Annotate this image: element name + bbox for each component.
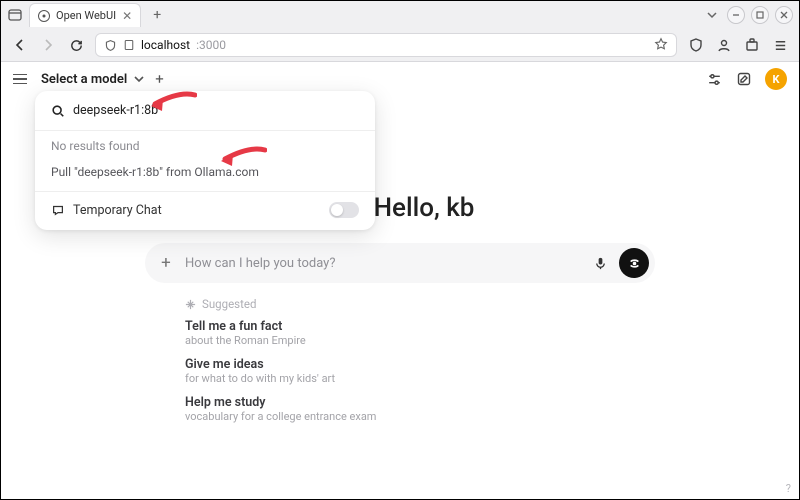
- account-icon[interactable]: [715, 36, 733, 54]
- reload-button[interactable]: [67, 36, 85, 54]
- shield-icon: [104, 39, 117, 52]
- model-selector-label: Select a model: [41, 72, 127, 87]
- suggested-header-label: Suggested: [202, 297, 256, 311]
- suggested-title: Help me study: [185, 395, 655, 410]
- divider: [35, 130, 375, 131]
- chat-input-box: +: [145, 243, 655, 283]
- help-hint-icon[interactable]: ?: [786, 482, 791, 495]
- edit-icon[interactable]: [735, 70, 753, 88]
- mic-button[interactable]: [589, 252, 611, 274]
- app-menu-icon[interactable]: [771, 36, 789, 54]
- tab-strip: Open WebUI ✕ +: [1, 1, 799, 29]
- window-maximize-button[interactable]: [751, 6, 769, 24]
- new-tab-button[interactable]: +: [147, 5, 167, 25]
- suggested-title: Tell me a fun fact: [185, 319, 655, 334]
- sidebar-toggle-icon[interactable]: [7, 7, 23, 23]
- tab-close-icon[interactable]: ✕: [122, 9, 132, 23]
- browser-chrome: Open WebUI ✕ + localhost :3000: [1, 1, 799, 62]
- chat-icon: [51, 203, 65, 217]
- suggested-item[interactable]: Tell me a fun fact about the Roman Empir…: [185, 319, 655, 347]
- temporary-chat-label: Temporary Chat: [73, 203, 162, 218]
- forward-button: [39, 36, 57, 54]
- bookmark-star-icon[interactable]: [654, 37, 668, 54]
- voice-send-button[interactable]: [619, 248, 649, 278]
- sparkle-icon: [185, 299, 196, 310]
- browser-toolbar: localhost :3000: [1, 29, 799, 61]
- chat-input[interactable]: [185, 256, 581, 271]
- hero-greeting: Hello, kb: [374, 193, 475, 223]
- back-button[interactable]: [11, 36, 29, 54]
- suggested-subtitle: vocabulary for a college entrance exam: [185, 410, 655, 423]
- controls-icon[interactable]: [705, 70, 723, 88]
- pocket-icon[interactable]: [687, 36, 705, 54]
- suggested-subtitle: for what to do with my kids' art: [185, 372, 655, 385]
- add-model-button[interactable]: +: [155, 70, 164, 88]
- extensions-icon[interactable]: [743, 36, 761, 54]
- tab-title: Open WebUI: [56, 9, 116, 22]
- page-icon: [123, 39, 135, 51]
- annotation-arrow: [149, 91, 197, 113]
- url-host: localhost: [141, 38, 190, 52]
- suggested-subtitle: about the Roman Empire: [185, 334, 655, 347]
- sidebar-toggle-button[interactable]: [13, 70, 31, 88]
- temporary-chat-toggle[interactable]: [329, 202, 359, 218]
- divider: [35, 191, 375, 192]
- model-dropdown: No results found Pull "deepseek-r1:8b" f…: [35, 91, 375, 230]
- window-close-button[interactable]: [775, 6, 793, 24]
- tab-favicon: [38, 10, 50, 22]
- no-results-text: No results found: [35, 133, 375, 159]
- annotation-arrow: [219, 146, 267, 168]
- attach-button[interactable]: +: [155, 252, 177, 274]
- url-port: :3000: [196, 38, 226, 52]
- window-controls: [703, 6, 793, 24]
- model-search-input[interactable]: [73, 103, 359, 118]
- pull-model-button[interactable]: Pull "deepseek-r1:8b" from Ollama.com: [35, 159, 375, 189]
- suggested-item[interactable]: Give me ideas for what to do with my kid…: [185, 357, 655, 385]
- suggested-section: Suggested Tell me a fun fact about the R…: [145, 283, 655, 433]
- temporary-chat-row: Temporary Chat: [35, 194, 375, 226]
- search-icon: [51, 104, 65, 118]
- chevron-down-icon: [133, 73, 145, 85]
- model-search-row: [35, 99, 375, 128]
- browser-tab[interactable]: Open WebUI ✕: [29, 3, 141, 27]
- suggested-item[interactable]: Help me study vocabulary for a college e…: [185, 395, 655, 423]
- tabs-dropdown-icon[interactable]: [703, 6, 721, 24]
- user-avatar[interactable]: K: [765, 68, 787, 90]
- suggested-header: Suggested: [185, 297, 655, 311]
- url-bar[interactable]: localhost :3000: [95, 33, 677, 57]
- avatar-initial: K: [773, 73, 780, 86]
- model-selector[interactable]: Select a model: [41, 72, 145, 87]
- suggested-title: Give me ideas: [185, 357, 655, 372]
- window-minimize-button[interactable]: [727, 6, 745, 24]
